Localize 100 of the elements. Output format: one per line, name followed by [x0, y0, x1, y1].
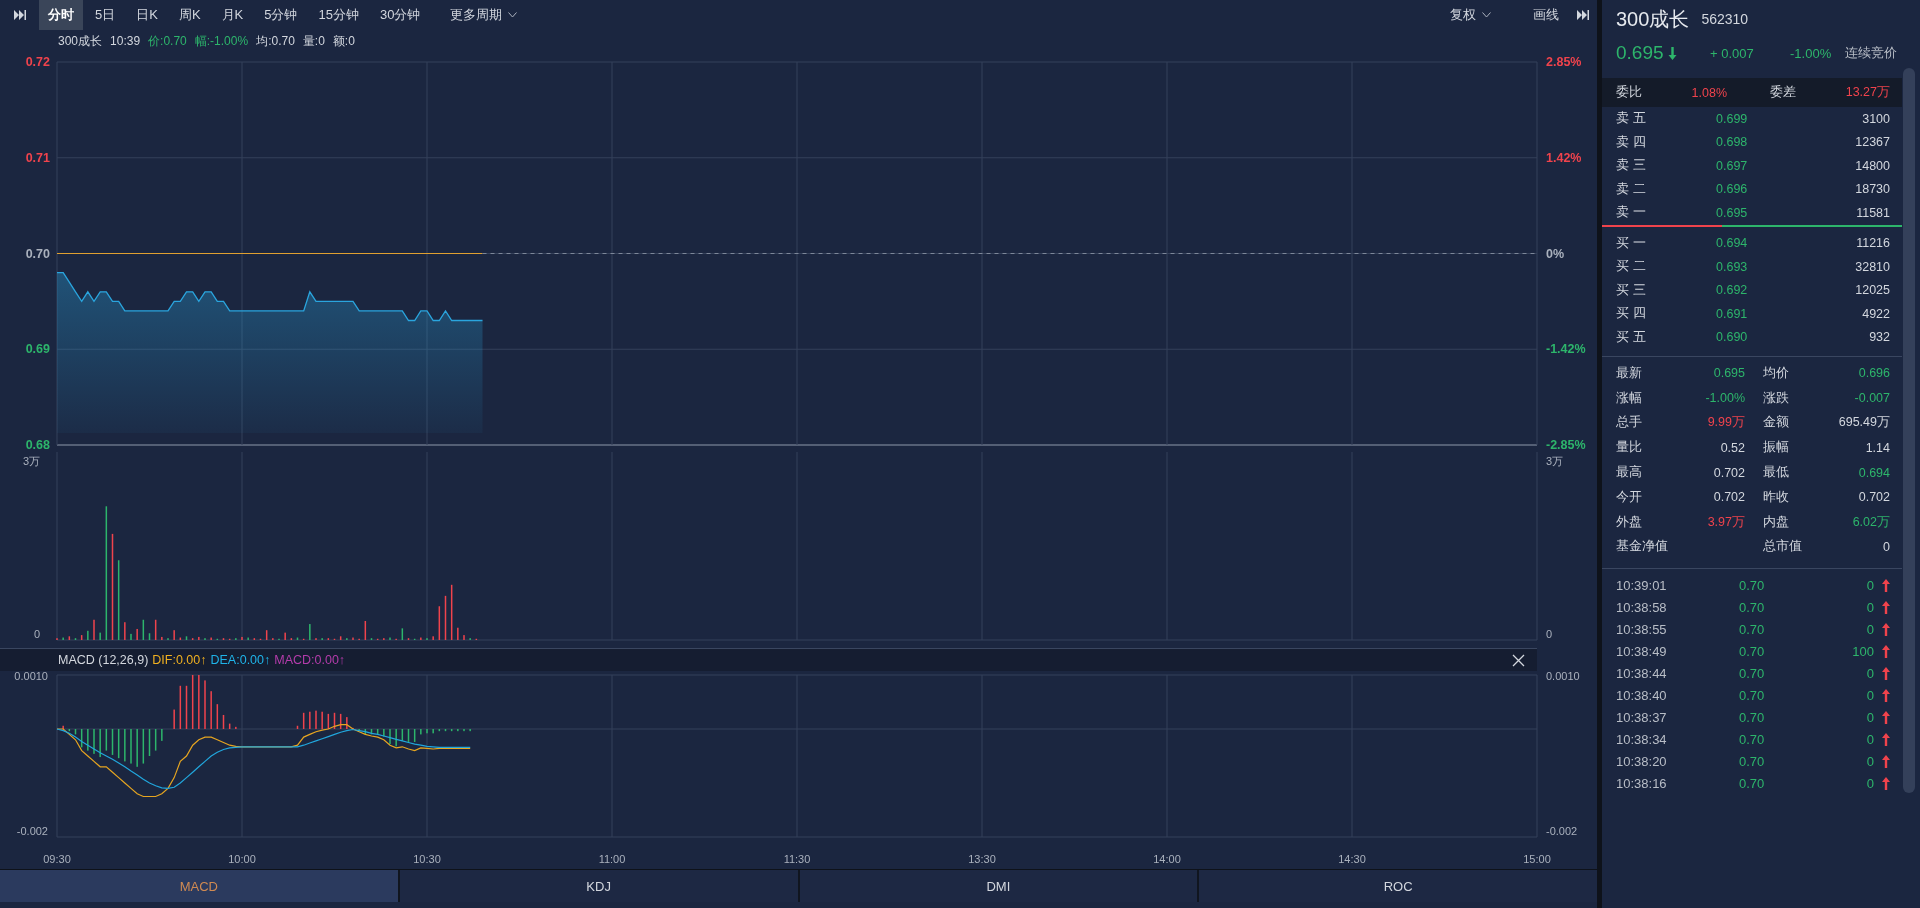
trade-price: 0.70 — [1739, 665, 1766, 681]
macd-bar — [80, 729, 83, 748]
fund-code: 562310 — [1701, 11, 1749, 27]
trade-volume: 0 — [1865, 621, 1874, 637]
macd-bar — [327, 713, 330, 729]
info-text: 300成长 — [58, 32, 103, 50]
macd-bar — [339, 713, 342, 729]
trade-price: 0.70 — [1739, 753, 1766, 769]
ratio-label: 委比 — [1616, 84, 1643, 101]
order-volume: 12367 — [1855, 135, 1890, 150]
indicator-tab[interactable]: MACD — [0, 870, 398, 902]
period-dropdown[interactable]: 更多周期 — [446, 0, 522, 30]
macd-bar — [142, 729, 145, 764]
order-level-label: 买四 — [1616, 305, 1651, 323]
info-text: 幅:-1.00% — [194, 32, 249, 50]
info-text: 10:39 — [110, 34, 141, 48]
time-label: 10:30 — [413, 853, 441, 865]
period-tab[interactable]: 15分钟 — [309, 0, 368, 30]
volume-bar — [142, 619, 145, 640]
macd-bar — [74, 729, 77, 735]
stat-label: 最高 — [1616, 464, 1643, 482]
adjust-dropdown[interactable]: 复权 — [1446, 0, 1495, 30]
trade-volume: 0 — [1865, 775, 1874, 791]
volume-bar — [265, 630, 268, 640]
stat-value: 9.99万 — [1706, 414, 1745, 432]
macd-bar — [296, 725, 299, 729]
time-label: 11:30 — [783, 853, 811, 865]
draw-button[interactable]: 画线 — [1529, 0, 1563, 30]
indicator-value: MACD:0.00↑ — [274, 653, 346, 667]
order-level-label: 卖一 — [1616, 204, 1651, 222]
order-price: 0.693 — [1716, 259, 1749, 274]
stat-label: 最低 — [1762, 464, 1790, 482]
trade-time: 10:38:16 — [1616, 775, 1668, 791]
trade-price: 0.70 — [1739, 731, 1766, 747]
trade-time: 10:38:20 — [1616, 753, 1668, 769]
trade-time: 10:38:58 — [1616, 599, 1668, 615]
period-tab[interactable]: 5分钟 — [255, 0, 307, 30]
macd-bar — [148, 729, 151, 756]
trade-time: 10:38:49 — [1616, 643, 1668, 659]
macd-bar — [401, 729, 404, 741]
axis-label: 0.70 — [25, 246, 50, 261]
stat-value: 0.695 — [1712, 366, 1745, 381]
indicator-value: DEA:0.00↑ — [210, 653, 271, 667]
stat-value: 0.694 — [1857, 465, 1890, 480]
trade-volume: 0 — [1865, 687, 1874, 703]
close-icon[interactable] — [1512, 653, 1525, 667]
stat-value: 0.696 — [1857, 366, 1890, 381]
trade-time: 10:38:44 — [1616, 665, 1668, 681]
period-tab[interactable]: 周K — [169, 0, 210, 30]
stat-value: 0.702 — [1712, 465, 1745, 480]
order-volume: 11216 — [1856, 236, 1890, 251]
fast-forward-icon[interactable] — [1577, 9, 1589, 21]
trade-volume: 0 — [1865, 731, 1874, 747]
indicator-tab[interactable]: DMI — [799, 870, 1198, 902]
volume-bar — [179, 637, 182, 640]
order-volume: 14800 — [1855, 158, 1890, 173]
macd-bar — [216, 704, 219, 729]
stat-label: 基金净值 — [1616, 538, 1669, 556]
period-tab[interactable]: 30分钟 — [370, 0, 430, 30]
axis-label: 0.0010 — [14, 671, 48, 682]
macd-bar — [370, 729, 373, 735]
trade-volume: 0 — [1865, 709, 1874, 725]
stat-label: 量比 — [1616, 439, 1643, 457]
stat-value: 0.702 — [1857, 490, 1890, 505]
stat-value: 0.52 — [1719, 440, 1745, 455]
fast-forward-icon[interactable] — [14, 9, 26, 21]
indicator-tab[interactable]: KDJ — [399, 870, 798, 902]
volume-bar — [444, 595, 447, 640]
order-level-label: 买一 — [1616, 234, 1651, 252]
scrollbar[interactable] — [1903, 68, 1915, 793]
stat-value: 0 — [1882, 539, 1890, 554]
time-label: 09:30 — [43, 853, 71, 865]
macd-bar — [105, 729, 108, 751]
volume-bar — [339, 636, 342, 640]
change-percent: -1.00% — [1790, 45, 1833, 61]
macd-bar — [333, 712, 336, 729]
period-tab[interactable]: 月K — [212, 0, 253, 30]
ratio-label: 委差 — [1769, 84, 1797, 101]
chevron-down-icon — [508, 12, 518, 18]
info-text: 额:0 — [332, 32, 355, 50]
axis-label: 0 — [1546, 628, 1553, 640]
order-price: 0.695 — [1716, 205, 1749, 220]
order-volume: 18730 — [1855, 182, 1890, 197]
period-tab[interactable]: 日K — [127, 0, 167, 30]
trade-time: 10:38:34 — [1616, 731, 1668, 747]
order-price: 0.694 — [1716, 236, 1749, 251]
order-price: 0.696 — [1716, 182, 1749, 197]
info-text: 均:0.70 — [256, 32, 295, 50]
stat-value: -0.007 — [1853, 391, 1890, 406]
indicator-tab[interactable]: ROC — [1199, 870, 1597, 902]
stat-value: 695.49万 — [1838, 414, 1890, 432]
macd-bar — [376, 729, 379, 735]
axis-label: 0.0010 — [1546, 671, 1580, 682]
order-volume: 11581 — [1856, 205, 1890, 220]
period-tab[interactable]: 分时 — [39, 0, 83, 30]
period-tab[interactable]: 5日 — [86, 0, 125, 30]
axis-label: -1.42% — [1546, 342, 1586, 357]
order-level-label: 买二 — [1616, 258, 1651, 276]
axis-label: 1.42% — [1546, 150, 1582, 165]
stat-value: 3.97万 — [1706, 513, 1745, 531]
